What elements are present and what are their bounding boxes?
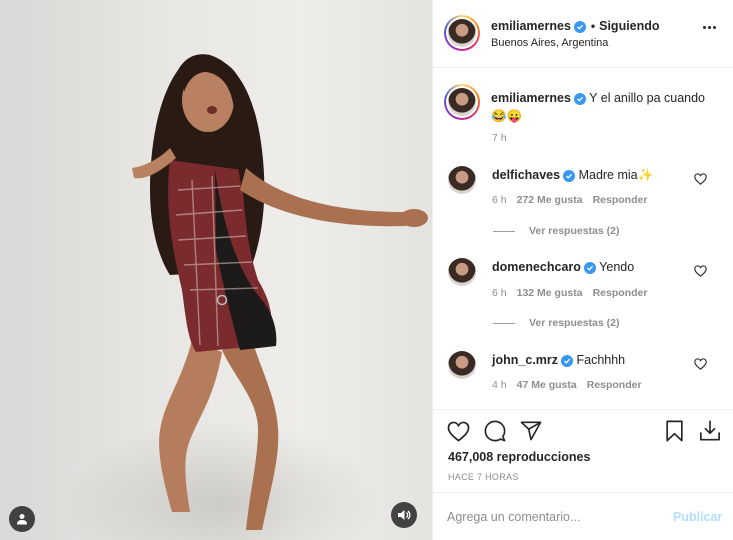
caption-time: 7 h (492, 132, 507, 144)
caption-avatar[interactable] (444, 84, 480, 120)
heart-icon[interactable] (694, 173, 707, 185)
reply-button[interactable]: Responder (587, 379, 642, 391)
download-icon[interactable] (699, 419, 721, 442)
comment-username[interactable]: domenechcaro (492, 260, 581, 274)
comment-meta: 6 h 132 Me gusta Responder (492, 287, 657, 299)
heart-icon[interactable] (694, 265, 707, 277)
verified-badge-icon (561, 355, 573, 367)
comment-meta: 4 h 47 Me gusta Responder (492, 379, 652, 391)
caption-text: Y el anillo pa cuando (589, 91, 706, 105)
verified-badge-icon (573, 93, 586, 105)
comment-text: Yendo (599, 260, 635, 274)
heart-icon[interactable] (447, 421, 470, 442)
commenter-avatar[interactable] (448, 166, 476, 194)
comment-time: 6 h (492, 194, 507, 206)
caption-text-block: emiliamernes Y el anillo pa cuando 😂😛 (491, 89, 721, 125)
user-tag-button[interactable] (9, 506, 35, 532)
add-comment-bar: Publicar (433, 492, 733, 540)
author-username[interactable]: emiliamernes (491, 19, 571, 33)
post-actions: 467,008 reproducciones HACE 7 HORAS (433, 409, 733, 491)
verified-badge-icon (583, 262, 596, 274)
comment-likes[interactable]: 272 Me gusta (517, 194, 583, 206)
comment-input[interactable] (447, 507, 657, 527)
reply-button[interactable]: Responder (593, 287, 648, 299)
comment-text: Madre mia✨ (578, 168, 654, 182)
reply-button[interactable]: Responder (593, 194, 648, 206)
post-header: emiliamernes • Siguiendo Buenos Aires, Arg… (433, 0, 733, 68)
heart-icon[interactable] (694, 358, 707, 370)
share-icon[interactable] (520, 421, 542, 441)
publish-button[interactable]: Publicar (673, 510, 722, 524)
comment-likes[interactable]: 47 Me gusta (517, 379, 577, 391)
caption-username[interactable]: emiliamernes (491, 91, 571, 105)
comment-likes[interactable]: 132 Me gusta (517, 287, 583, 299)
separator-dot: • (590, 19, 596, 33)
more-options-icon[interactable] (703, 26, 716, 29)
commenter-avatar[interactable] (448, 351, 476, 379)
comment-meta: 6 h 272 Me gusta Responder (492, 194, 657, 206)
comment-text: Fachhhh (576, 353, 626, 367)
speaker-icon (398, 510, 411, 520)
replies-dash (493, 230, 515, 232)
author-avatar[interactable] (444, 15, 480, 51)
view-count: 467,008 reproducciones (448, 450, 591, 464)
comment-line: john_c.mrz Fachhhh (492, 353, 625, 367)
comments-list[interactable]: emiliamernes Y el anillo pa cuando 😂😛 7 … (433, 69, 733, 409)
comment-icon[interactable] (484, 420, 506, 442)
bookmark-icon[interactable] (665, 420, 684, 442)
post-details-panel: emiliamernes • Siguiendo Buenos Aires, Arg… (432, 0, 733, 540)
author-row: emiliamernes • Siguiendo (491, 19, 660, 33)
sound-toggle-button[interactable] (391, 502, 417, 528)
caption-emojis: 😂😛 (491, 109, 523, 123)
post-timestamp[interactable]: HACE 7 HORAS (448, 472, 519, 482)
video-frame-illustration (132, 54, 428, 530)
view-replies-label: Ver respuestas (2) (529, 317, 620, 329)
user-tag-icon (17, 514, 27, 525)
post-video[interactable] (0, 0, 432, 540)
view-replies-button[interactable]: Ver respuestas (2) (493, 225, 619, 237)
replies-dash (493, 322, 515, 324)
commenter-avatar[interactable] (448, 258, 476, 286)
verified-badge-icon (563, 170, 576, 182)
verified-badge-icon (573, 21, 586, 33)
comment-time: 6 h (492, 287, 507, 299)
comment-line: domenechcaro Yendo (492, 260, 634, 274)
view-replies-label: Ver respuestas (2) (529, 225, 620, 237)
comment-username[interactable]: john_c.mrz (492, 353, 558, 367)
view-replies-button[interactable]: Ver respuestas (2) (493, 317, 619, 329)
comment-username[interactable]: delfichaves (492, 168, 560, 182)
comment-line: delfichaves Madre mia✨ (492, 168, 653, 183)
post-location[interactable]: Buenos Aires, Argentina (491, 37, 608, 49)
comment-time: 4 h (492, 379, 507, 391)
follow-status-button[interactable]: Siguiendo (599, 19, 659, 33)
